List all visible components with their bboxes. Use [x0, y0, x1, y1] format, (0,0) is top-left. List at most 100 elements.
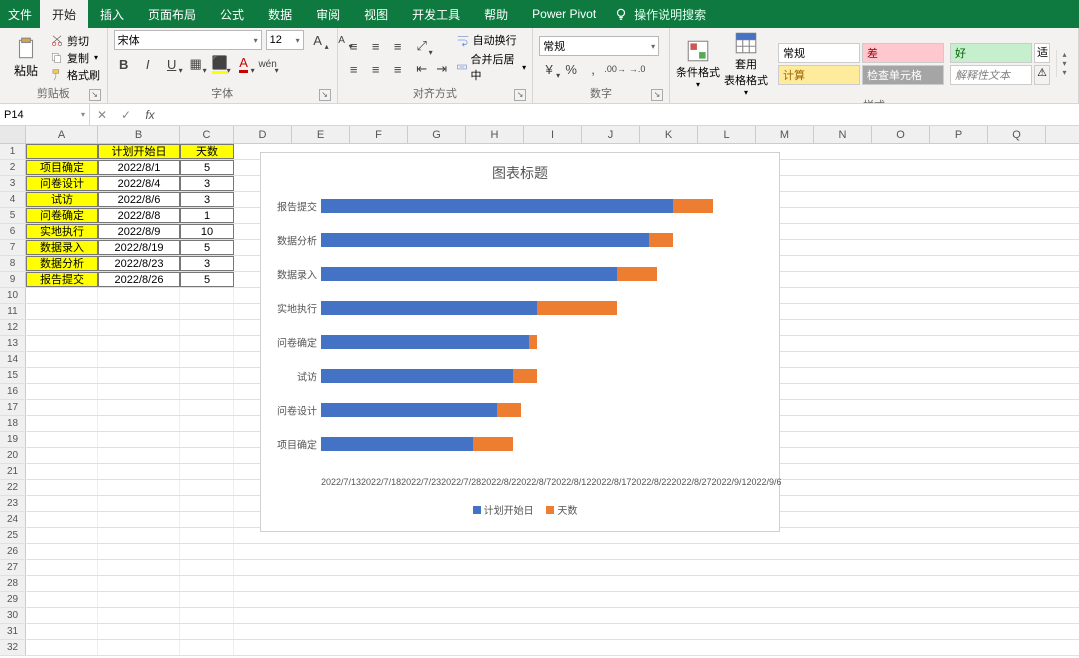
select-all-corner[interactable] [0, 126, 26, 143]
col-header-E[interactable]: E [292, 126, 350, 143]
chart-bar-series2[interactable] [529, 335, 537, 349]
row-header-4[interactable]: 4 [0, 192, 26, 207]
underline-button[interactable]: U▾ [162, 54, 182, 74]
tab-insert[interactable]: 插入 [88, 0, 136, 28]
cell-A19[interactable] [26, 432, 98, 447]
cell-A28[interactable] [26, 576, 98, 591]
cell-C3[interactable]: 3 [180, 176, 234, 191]
tab-help[interactable]: 帮助 [472, 0, 520, 28]
chart-bar-series2[interactable] [537, 301, 617, 315]
cell-B18[interactable] [98, 416, 180, 431]
cell-A7[interactable]: 数据录入 [26, 240, 98, 255]
increase-decimal-icon[interactable]: .00→ [605, 59, 625, 79]
cell-B25[interactable] [98, 528, 180, 543]
cell-C23[interactable] [180, 496, 234, 511]
row-header-2[interactable]: 2 [0, 160, 26, 175]
cell-C14[interactable] [180, 352, 234, 367]
chart-title[interactable]: 图表标题 [261, 153, 779, 189]
cell-B10[interactable] [98, 288, 180, 303]
cell-B28[interactable] [98, 576, 180, 591]
cell-C32[interactable] [180, 640, 234, 655]
font-size-combo[interactable]: 12▾ [266, 30, 304, 50]
cell-C13[interactable] [180, 336, 234, 351]
row-header-16[interactable]: 16 [0, 384, 26, 399]
col-header-J[interactable]: J [582, 126, 640, 143]
row-header-25[interactable]: 25 [0, 528, 26, 543]
cell-C22[interactable] [180, 480, 234, 495]
cell-A12[interactable] [26, 320, 98, 335]
row-header-10[interactable]: 10 [0, 288, 26, 303]
fx-button[interactable]: fx [138, 108, 162, 122]
cell-A15[interactable] [26, 368, 98, 383]
row-header-17[interactable]: 17 [0, 400, 26, 415]
row-header-23[interactable]: 23 [0, 496, 26, 511]
tab-view[interactable]: 视图 [352, 0, 400, 28]
cell-A30[interactable] [26, 608, 98, 623]
cell-B15[interactable] [98, 368, 180, 383]
row-header-6[interactable]: 6 [0, 224, 26, 239]
chart-bar-series2[interactable] [497, 403, 521, 417]
chart-bar-series1[interactable] [321, 267, 617, 281]
chart-bar-series1[interactable] [321, 301, 537, 315]
cell-C24[interactable] [180, 512, 234, 527]
cell-C5[interactable]: 1 [180, 208, 234, 223]
cell-B26[interactable] [98, 544, 180, 559]
decrease-indent-icon[interactable]: ⇤ [412, 59, 432, 79]
cell-A2[interactable]: 项目确定 [26, 160, 98, 175]
cell-B3[interactable]: 2022/8/4 [98, 176, 180, 191]
row-header-21[interactable]: 21 [0, 464, 26, 479]
italic-button[interactable]: I [138, 54, 158, 74]
cell-style-explain[interactable]: 解释性文本 [950, 65, 1032, 85]
row-header-20[interactable]: 20 [0, 448, 26, 463]
chart-bar-series2[interactable] [513, 369, 537, 383]
cell-C1[interactable]: 天数 [180, 144, 234, 159]
cell-C10[interactable] [180, 288, 234, 303]
font-launcher[interactable]: ↘ [319, 89, 331, 101]
cut-button[interactable]: 剪切 [50, 33, 100, 49]
tab-devtools[interactable]: 开发工具 [400, 0, 472, 28]
chart-object[interactable]: 图表标题 报告提交数据分析数据录入实地执行问卷确定试访问卷设计项目确定 2022… [260, 152, 780, 532]
cell-B24[interactable] [98, 512, 180, 527]
style-gallery-down[interactable]: ▾ [1057, 59, 1072, 68]
cell-A11[interactable] [26, 304, 98, 319]
comma-format-icon[interactable]: , [583, 59, 603, 79]
cell-A21[interactable] [26, 464, 98, 479]
cell-A23[interactable] [26, 496, 98, 511]
chart-bar-series1[interactable] [321, 437, 473, 451]
enter-formula-icon[interactable]: ✓ [114, 108, 138, 122]
cancel-formula-icon[interactable]: ✕ [90, 108, 114, 122]
format-as-table-button[interactable]: 套用 表格格式▾ [724, 30, 768, 97]
cell-B2[interactable]: 2022/8/1 [98, 160, 180, 175]
cell-B23[interactable] [98, 496, 180, 511]
cell-B9[interactable]: 2022/8/26 [98, 272, 180, 287]
orientation-button[interactable]: ⤢▾ [412, 36, 432, 56]
col-header-F[interactable]: F [350, 126, 408, 143]
clipboard-launcher[interactable]: ↘ [89, 89, 101, 101]
col-header-M[interactable]: M [756, 126, 814, 143]
decrease-decimal-icon[interactable]: →.0 [627, 59, 647, 79]
cell-A10[interactable] [26, 288, 98, 303]
cell-style-suitable[interactable]: 适 [1034, 43, 1050, 63]
cell-C2[interactable]: 5 [180, 160, 234, 175]
cell-C6[interactable]: 10 [180, 224, 234, 239]
row-header-27[interactable]: 27 [0, 560, 26, 575]
fill-color-button[interactable]: ⬛▾ [210, 54, 230, 74]
cell-C27[interactable] [180, 560, 234, 575]
cell-C11[interactable] [180, 304, 234, 319]
cell-B5[interactable]: 2022/8/8 [98, 208, 180, 223]
font-name-combo[interactable]: 宋体▾ [114, 30, 262, 50]
cell-B17[interactable] [98, 400, 180, 415]
row-header-32[interactable]: 32 [0, 640, 26, 655]
cell-A29[interactable] [26, 592, 98, 607]
chart-bar-series2[interactable] [673, 199, 713, 213]
cell-A4[interactable]: 试访 [26, 192, 98, 207]
paste-button[interactable]: 粘贴 [6, 36, 46, 79]
align-right-icon[interactable]: ≡ [388, 59, 408, 79]
cell-style-check[interactable]: 检查单元格 [862, 65, 944, 85]
cell-A26[interactable] [26, 544, 98, 559]
cell-C7[interactable]: 5 [180, 240, 234, 255]
cell-B19[interactable] [98, 432, 180, 447]
col-header-Q[interactable]: Q [988, 126, 1046, 143]
row-header-1[interactable]: 1 [0, 144, 26, 159]
chart-bar-series1[interactable] [321, 335, 529, 349]
